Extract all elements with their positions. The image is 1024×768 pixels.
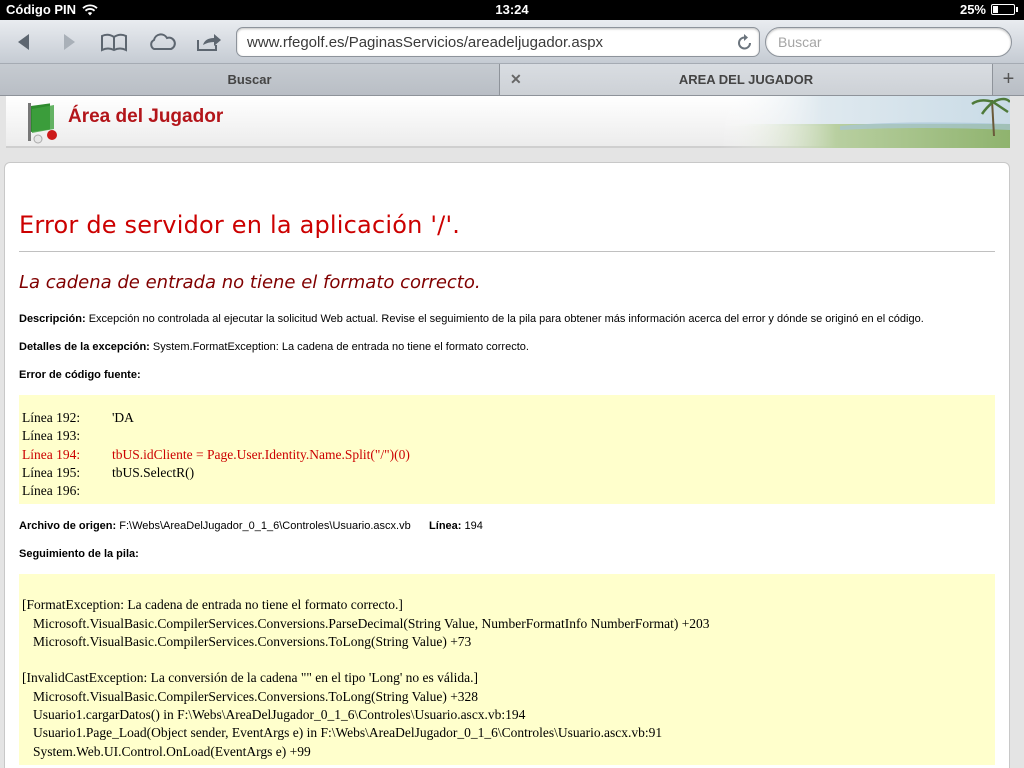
battery-percent: 25%: [959, 2, 986, 17]
golf-flag-logo-icon: [28, 103, 57, 144]
source-line-number: Línea 196:: [22, 483, 81, 499]
source-line-number: Línea 194:: [22, 446, 81, 462]
description-row: Descripción: Excepción no controlada al …: [19, 313, 995, 325]
battery-icon: [991, 4, 1015, 15]
address-bar[interactable]: www.rfegolf.es/PaginasServicios/areadelj…: [236, 27, 760, 57]
source-label: Error de código fuente:: [19, 369, 141, 381]
book-icon: [101, 33, 127, 52]
stack-line: Microsoft.VisualBasic.CompilerServices.C…: [33, 634, 472, 650]
stack-label: Seguimiento de la pila:: [19, 548, 139, 561]
source-line-code: tbUS.idCliente = Page.User.Identity.Name…: [112, 446, 410, 462]
stack-line: System.Web.UI.Control.OnLoad(EventArgs e…: [33, 743, 311, 759]
battery-group: 25%: [960, 2, 1018, 17]
error-message: La cadena de entrada no tiene el formato…: [19, 272, 481, 293]
source-line: Línea 195: tbUS.SelectR(): [22, 464, 992, 482]
clock: 13:24: [495, 2, 529, 17]
new-tab-button[interactable]: +: [992, 64, 1024, 95]
plus-icon: +: [1002, 68, 1015, 90]
file-path: F:\Webs\AreaDelJugador_0_1_6\Controles\U…: [119, 520, 411, 533]
exception-label: Detalles de la excepción:: [19, 341, 150, 353]
status-bar: Código PIN 13:24 25%: [0, 0, 1024, 20]
line-label: Línea:: [429, 520, 462, 533]
error-page: Error de servidor en la aplicación '/'. …: [4, 162, 1010, 768]
stack-line: Microsoft.VisualBasic.CompilerServices.C…: [33, 615, 710, 631]
tab-area-del-jugador[interactable]: ✕ AREA DEL JUGADOR: [500, 64, 992, 95]
stack-line: Microsoft.VisualBasic.CompilerServices.C…: [33, 688, 479, 704]
tab-label: Buscar: [227, 72, 272, 87]
exception-text: System.FormatException: La cadena de ent…: [152, 341, 529, 353]
tab-label: AREA DEL JUGADOR: [678, 72, 814, 87]
stack-line: Usuario1.cargarDatos() in F:\Webs\AreaDe…: [33, 706, 526, 722]
stack-line: Usuario1.Page_Load(Object sender, EventA…: [33, 725, 663, 741]
share-icon: [197, 34, 221, 51]
browser-toolbar: www.rfegolf.es/PaginasServicios/areadelj…: [0, 20, 1024, 64]
stack-trace-block: [FormatException: La cadena de entrada n…: [19, 574, 995, 765]
source-file-row: Archivo de origen: F:\Webs\AreaDelJugado…: [19, 520, 995, 532]
source-line-number: Línea 195:: [22, 464, 81, 480]
tab-bar: Buscar ✕ AREA DEL JUGADOR +: [0, 64, 1024, 96]
back-button[interactable]: [8, 26, 40, 58]
reload-icon[interactable]: [737, 33, 753, 51]
stack-line: [FormatException: La cadena de entrada n…: [22, 597, 403, 613]
line-number: 194: [464, 520, 483, 533]
file-label: Archivo de origen:: [19, 520, 117, 533]
source-error-row: Error de código fuente:: [19, 369, 995, 381]
stack-line: [InvalidCastException: La conversión de …: [22, 670, 478, 686]
source-line: Línea 196:: [22, 482, 992, 500]
stack-trace-row: Seguimiento de la pila:: [19, 548, 995, 560]
golf-course-image: [720, 96, 1010, 148]
web-page: Área del Jugador Error de servidor en la…: [0, 96, 1024, 768]
source-line-code: tbUS.SelectR(): [112, 464, 195, 480]
stack-line: [22, 651, 992, 669]
source-line-code: 'DA: [112, 410, 134, 425]
forward-button[interactable]: [53, 26, 85, 58]
forward-arrow-icon: [64, 34, 75, 50]
icloud-tabs-button[interactable]: [146, 26, 178, 58]
tab-buscar[interactable]: Buscar: [0, 64, 500, 95]
source-line: Línea 194: tbUS.idCliente = Page.User.Ide…: [22, 446, 992, 464]
source-code-block: Línea 192: 'DA Línea 193: Línea 194: tbUS.id…: [19, 395, 995, 505]
source-line-number: Línea 193:: [22, 428, 81, 444]
bookmarks-button[interactable]: [98, 26, 130, 58]
url-text: www.rfegolf.es/PaginasServicios/areadelj…: [247, 34, 604, 51]
search-placeholder: Buscar: [778, 34, 822, 50]
source-line-number: Línea 192:: [22, 410, 81, 425]
back-arrow-icon: [18, 34, 29, 50]
site-banner: Área del Jugador: [6, 96, 1010, 148]
close-icon[interactable]: ✕: [510, 64, 522, 95]
banner-title: Área del Jugador: [68, 106, 224, 127]
source-line: Línea 193:: [22, 427, 992, 445]
description-text: Excepción no controlada al ejecutar la s…: [88, 313, 924, 325]
exception-row: Detalles de la excepción: System.FormatE…: [19, 341, 995, 353]
error-heading: Error de servidor en la aplicación '/'.: [19, 211, 461, 239]
description-label: Descripción:: [19, 313, 86, 325]
divider: [19, 251, 995, 252]
share-button[interactable]: [193, 26, 225, 58]
cloud-icon: [150, 33, 176, 50]
source-line: Línea 192: 'DA: [22, 409, 992, 427]
search-field[interactable]: Buscar: [765, 27, 1012, 57]
